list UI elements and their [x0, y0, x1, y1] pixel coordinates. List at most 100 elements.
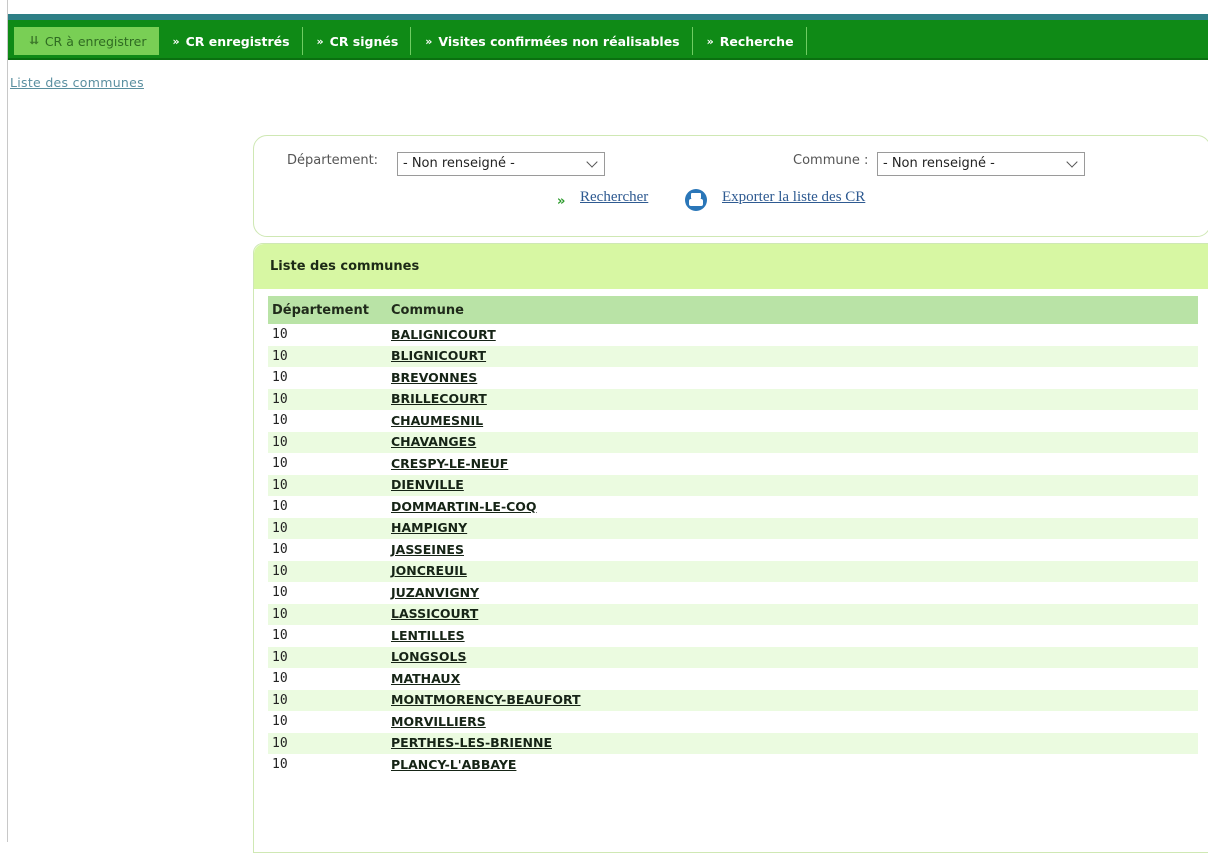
table-row: 10 DOMMARTIN-LE-COQ [268, 496, 1198, 518]
departement-cell: 10 [272, 456, 288, 472]
tab-cr-enregistres[interactable]: » CR enregistrés [159, 27, 303, 55]
commune-cell: DIENVILLE [387, 474, 1198, 496]
double-chevron-right-icon: » [425, 34, 433, 48]
departement-cell: 10 [272, 499, 288, 515]
double-chevron-right-icon: » [706, 34, 714, 48]
commune-link[interactable]: CHAVANGES [391, 434, 476, 449]
table-row: 10 LENTILLES [268, 625, 1198, 647]
table-row: 10 LONGSOLS [268, 646, 1198, 668]
departement-cell: 10 [272, 370, 288, 386]
commune-cell: MATHAUX [387, 668, 1198, 690]
commune-link[interactable]: PERTHES-LES-BRIENNE [391, 735, 552, 750]
commune-cell: DOMMARTIN-LE-COQ [387, 496, 1198, 518]
departement-cell: 10 [268, 646, 387, 668]
table-row: 10 BALIGNICOURT [268, 324, 1198, 346]
departement-cell: 10 [272, 327, 288, 343]
tab-recherche[interactable]: » Recherche [693, 27, 807, 55]
table-row: 10 MORVILLIERS [268, 711, 1198, 733]
commune-link[interactable]: JASSEINES [391, 542, 464, 557]
commune-select[interactable]: - Non renseigné - [877, 152, 1085, 176]
table-row: 10 JONCREUIL [268, 560, 1198, 582]
commune-link[interactable]: MORVILLIERS [391, 714, 486, 729]
table-row: 10 DIENVILLE [268, 474, 1198, 496]
commune-cell: BLIGNICOURT [387, 345, 1198, 367]
tab-label: CR à enregistrer [44, 33, 147, 49]
tab-cr-a-enregistrer[interactable]: ⮇ CR à enregistrer [14, 27, 159, 55]
departement-cell: 10 [268, 560, 387, 582]
chevron-down-icon [1066, 156, 1078, 168]
departement-select[interactable]: - Non renseigné - [397, 152, 605, 176]
rechercher-link[interactable]: Rechercher [580, 189, 648, 206]
commune-cell: PLANCY-L'ABBAYE [387, 754, 1198, 776]
departement-cell: 10 [272, 714, 288, 730]
list-header: Liste des communes [254, 244, 1208, 289]
table-row: 10 PERTHES-LES-BRIENNE [268, 732, 1198, 754]
navbar-bottom-edge [8, 58, 1208, 60]
table-row: 10 MATHAUX [268, 668, 1198, 690]
search-panel: Département: - Non renseigné - Commune :… [253, 135, 1208, 237]
commune-cell: MONTMORENCY-BEAUFORT [387, 689, 1198, 711]
commune-cell: CHAUMESNIL [387, 410, 1198, 432]
departement-cell: 10 [272, 585, 288, 601]
nav-tabs: ⮇ CR à enregistrer » CR enregistrés » CR… [14, 27, 807, 55]
breadcrumb[interactable]: Liste des communes [10, 75, 144, 90]
commune-link[interactable]: HAMPIGNY [391, 520, 467, 535]
table-row: 10 JUZANVIGNY [268, 582, 1198, 604]
page-left-border [7, 0, 8, 842]
commune-cell: CHAVANGES [387, 431, 1198, 453]
commune-cell: JUZANVIGNY [387, 582, 1198, 604]
departement-cell: 10 [272, 413, 288, 429]
main-navbar: ⮇ CR à enregistrer » CR enregistrés » CR… [8, 20, 1208, 60]
commune-link[interactable]: CRESPY-LE-NEUF [391, 456, 508, 471]
table-row: 10 LASSICOURT [268, 603, 1198, 625]
table-row: 10 CHAUMESNIL [268, 410, 1198, 432]
commune-link[interactable]: LENTILLES [391, 628, 465, 643]
double-chevron-right-icon: » [316, 34, 324, 48]
table-row: 10 BREVONNES [268, 367, 1198, 389]
commune-cell: JONCREUIL [387, 560, 1198, 582]
commune-cell: HAMPIGNY [387, 517, 1198, 539]
tab-visites-non-realisables[interactable]: » Visites confirmées non réalisables [411, 27, 693, 55]
commune-link[interactable]: JUZANVIGNY [391, 585, 479, 600]
list-title: Liste des communes [270, 259, 420, 274]
departement-cell: 10 [272, 542, 288, 558]
commune-cell: CRESPY-LE-NEUF [387, 453, 1198, 475]
commune-link[interactable]: DIENVILLE [391, 477, 464, 492]
commune-link[interactable]: PLANCY-L'ABBAYE [391, 757, 516, 772]
commune-cell: LASSICOURT [387, 603, 1198, 625]
commune-link[interactable]: LASSICOURT [391, 606, 478, 621]
table-row: 10 BLIGNICOURT [268, 345, 1198, 367]
commune-link[interactable]: MONTMORENCY-BEAUFORT [391, 692, 581, 707]
departement-label: Département: [287, 153, 379, 168]
commune-link[interactable]: BALIGNICOURT [391, 327, 496, 342]
departement-cell: 10 [268, 474, 387, 496]
commune-link[interactable]: BREVONNES [391, 370, 477, 385]
commune-cell: PERTHES-LES-BRIENNE [387, 732, 1198, 754]
commune-cell: JASSEINES [387, 539, 1198, 561]
commune-cell: LONGSOLS [387, 646, 1198, 668]
commune-link[interactable]: CHAUMESNIL [391, 413, 483, 428]
commune-link[interactable]: BRILLECOURT [391, 391, 487, 406]
communes-table: Département Commune 10 BALIGNICOURT 10 BLIG… [268, 296, 1198, 776]
print-icon[interactable] [685, 189, 707, 211]
departement-cell: 10 [268, 345, 387, 367]
double-chevron-right-icon: » [172, 34, 180, 48]
commune-link[interactable]: BLIGNICOURT [391, 348, 486, 363]
tab-label: Recherche [719, 33, 794, 49]
table-row: 10 BRILLECOURT [268, 388, 1198, 410]
tab-cr-signes[interactable]: » CR signés [303, 27, 412, 55]
table-header-row: Département Commune [268, 296, 1198, 324]
departement-cell: 10 [268, 732, 387, 754]
exporter-liste-cr-link[interactable]: Exporter la liste des CR [722, 189, 865, 206]
commune-cell: LENTILLES [387, 625, 1198, 647]
commune-cell: BALIGNICOURT [387, 324, 1198, 346]
commune-link[interactable]: MATHAUX [391, 671, 460, 686]
departement-cell: 10 [272, 628, 288, 644]
commune-link[interactable]: JONCREUIL [391, 563, 467, 578]
commune-link[interactable]: DOMMARTIN-LE-COQ [391, 499, 537, 514]
departement-cell: 10 [268, 388, 387, 410]
table-row: 10 CRESPY-LE-NEUF [268, 453, 1198, 475]
tab-label: Visites confirmées non réalisables [438, 33, 680, 49]
departement-cell: 10 [268, 431, 387, 453]
commune-link[interactable]: LONGSOLS [391, 649, 466, 664]
